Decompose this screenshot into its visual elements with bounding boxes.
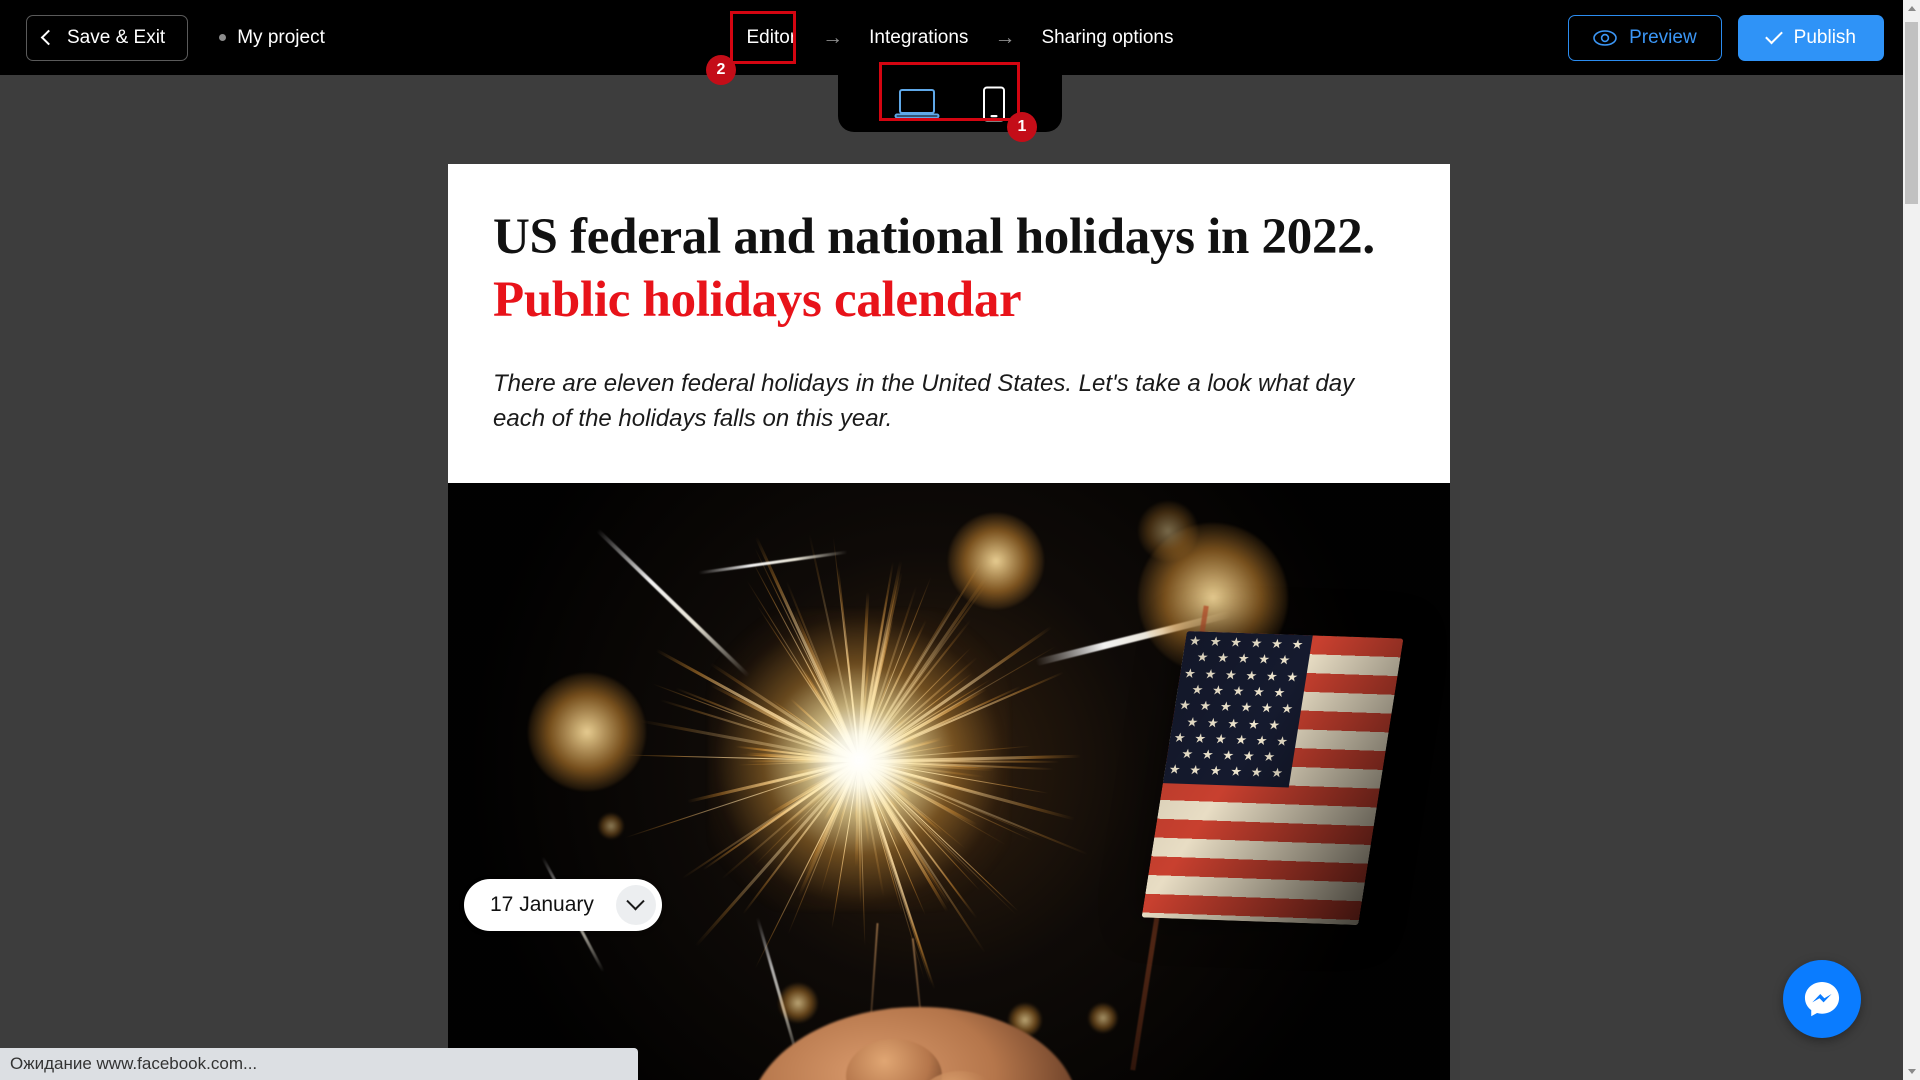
flag-shading — [1141, 631, 1404, 926]
scroll-down-button[interactable] — [1903, 1063, 1920, 1080]
page-headline: US federal and national holidays in 2022… — [493, 206, 1405, 331]
sparkler-core — [708, 609, 1009, 910]
preview-label: Preview — [1629, 26, 1697, 48]
spark-glow-5 — [778, 983, 818, 1024]
spark-glow-8 — [598, 813, 624, 840]
publish-button[interactable]: Publish — [1737, 14, 1884, 61]
spark-glow-4 — [1138, 501, 1198, 562]
chevron-left-icon — [40, 29, 57, 46]
triangle-down-icon — [1907, 1069, 1916, 1074]
headline-line-black: US federal and national holidays in 2022… — [493, 209, 1375, 265]
step-arrow-icon-1: → — [822, 25, 844, 49]
toolbar-actions: Preview Publish — [1568, 14, 1884, 61]
spark-glow-2 — [948, 513, 1044, 610]
page-subtitle: There are eleven federal holidays in the… — [493, 370, 1355, 433]
chevron-down-icon[interactable] — [615, 885, 656, 926]
text-block[interactable]: US federal and national holidays in 2022… — [448, 164, 1450, 483]
facebook-messenger-bubble[interactable] — [1783, 960, 1861, 1038]
top-toolbar: Save & Exit My project Editor → Integrat… — [0, 0, 1920, 75]
editor-canvas: US federal and national holidays in 2022… — [0, 75, 1903, 1080]
mobile-view-button[interactable] — [982, 86, 1006, 122]
publish-label: Publish — [1793, 26, 1856, 48]
desktop-icon — [894, 88, 940, 118]
browser-status-bar: Ожидание www.facebook.com... — [0, 1048, 638, 1080]
spark-glow-1 — [528, 673, 646, 792]
step-sharing-options[interactable]: Sharing options — [1028, 20, 1186, 56]
date-selector-dropdown[interactable]: 17 January — [464, 879, 662, 932]
headline-line-red: Public holidays calendar — [493, 271, 1022, 328]
annotation-badge-2: 2 — [706, 55, 736, 85]
date-selector-label: 17 January — [490, 893, 594, 917]
status-bar-text: Ожидание www.facebook.com... — [10, 1054, 258, 1073]
eye-icon — [1593, 29, 1617, 46]
vertical-scrollbar[interactable] — [1903, 0, 1920, 1080]
us-flag: ★★★★★★★★★★★★★★★★★★★★★★★★★★★★★★★★★★★★★★★★… — [1141, 631, 1404, 926]
step-arrow-icon-2: → — [994, 25, 1016, 49]
check-icon — [1764, 26, 1783, 45]
desktop-view-button[interactable] — [894, 87, 940, 121]
spark-glow-7 — [1088, 1003, 1118, 1034]
triangle-up-icon — [1907, 6, 1916, 11]
step-editor[interactable]: Editor — [734, 20, 810, 56]
hero-image[interactable]: ★★★★★★★★★★★★★★★★★★★★★★★★★★★★★★★★★★★★★★★★… — [448, 483, 1450, 1080]
page-content-card: US federal and national holidays in 2022… — [448, 164, 1450, 1080]
status-dot-icon — [219, 34, 227, 41]
save-and-exit-button[interactable]: Save & Exit — [26, 14, 189, 61]
scroll-up-button[interactable] — [1903, 0, 1920, 17]
mobile-icon — [983, 86, 1005, 121]
project-name-indicator[interactable]: My project — [219, 27, 325, 49]
annotation-badge-1: 1 — [1007, 112, 1037, 142]
preview-button[interactable]: Preview — [1568, 14, 1722, 61]
scrollbar-thumb[interactable] — [1905, 22, 1918, 204]
project-name-label: My project — [237, 26, 325, 48]
save-and-exit-label: Save & Exit — [67, 26, 166, 48]
workflow-steps: Editor → Integrations → Sharing options — [734, 20, 1187, 56]
messenger-icon — [1804, 981, 1840, 1017]
step-integrations[interactable]: Integrations — [856, 20, 981, 56]
